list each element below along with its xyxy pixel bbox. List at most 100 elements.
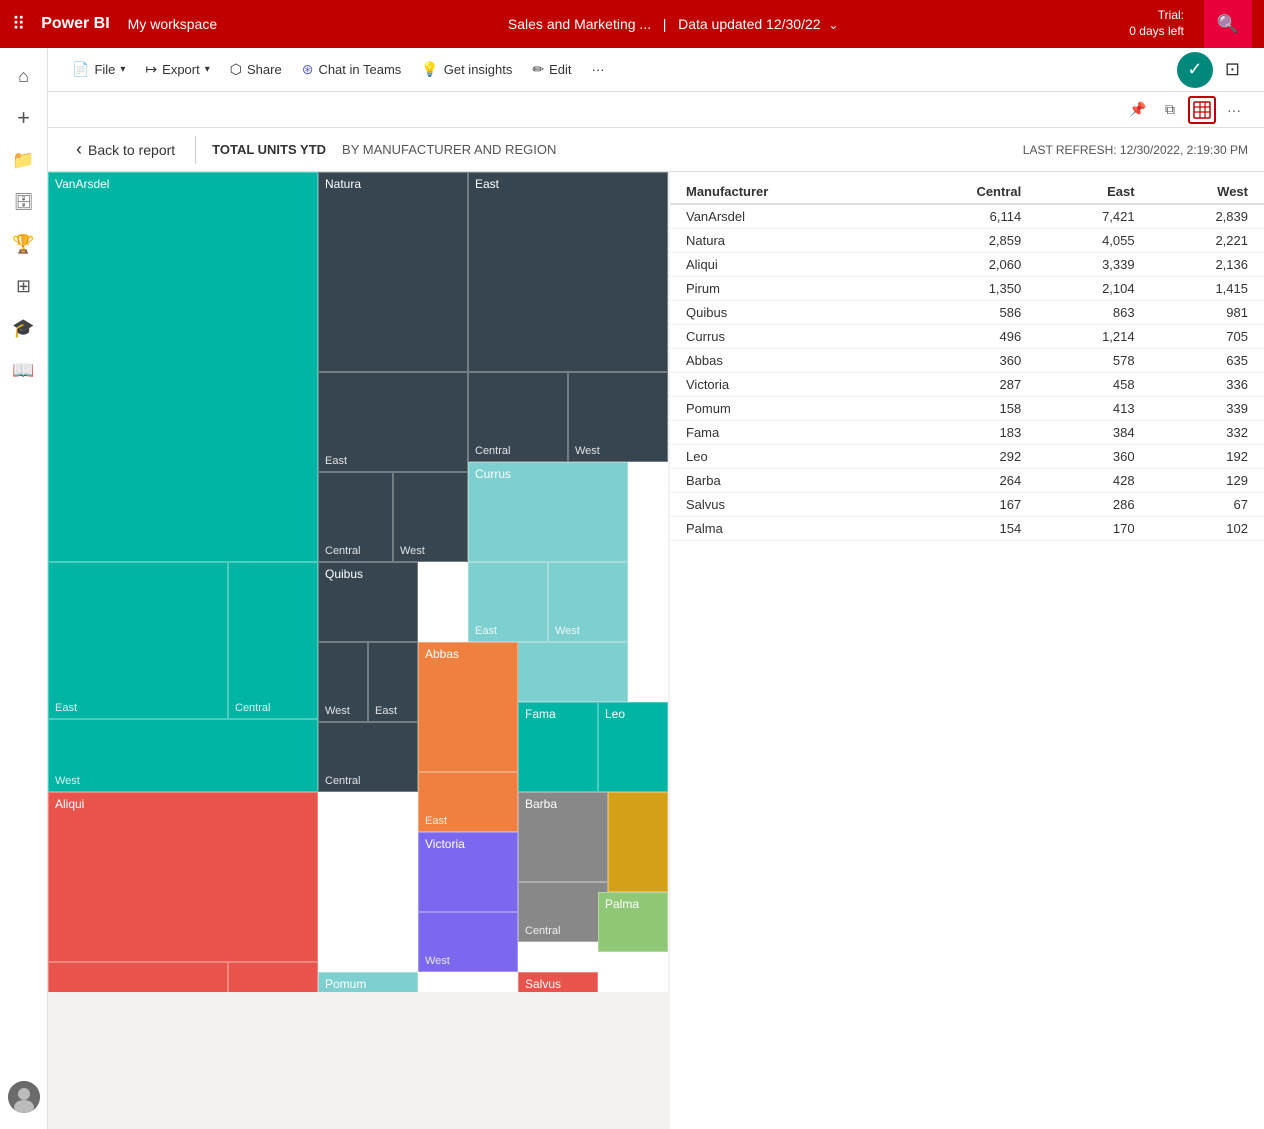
more-options-button[interactable]: ··· — [584, 57, 613, 82]
treemap-block[interactable]: Quibus — [318, 562, 418, 642]
treemap-block[interactable]: West — [418, 912, 518, 972]
top-bar: ⠿ Power BI My workspace Sales and Market… — [0, 0, 1264, 48]
sidebar-create[interactable]: + — [4, 98, 44, 138]
table-cell: 1,350 — [899, 277, 1037, 301]
treemap-block[interactable]: Victoria — [418, 832, 518, 912]
profile-circle[interactable]: ✓ — [1177, 52, 1213, 88]
treemap-block[interactable]: West — [318, 642, 368, 722]
table-row: Pomum158413339 — [670, 397, 1264, 421]
apps-grid-icon[interactable]: ⠿ — [12, 14, 25, 35]
treemap-block[interactable]: West — [48, 719, 318, 792]
treemap-block[interactable]: East — [318, 372, 468, 472]
treemap-block[interactable]: Central — [318, 722, 418, 792]
table-row: Quibus586863981 — [670, 301, 1264, 325]
treemap-block[interactable]: East — [418, 772, 518, 832]
treemap-block[interactable]: Natura — [318, 172, 468, 372]
treemap-block[interactable]: East — [468, 172, 668, 372]
duplicate-icon-button[interactable]: ⧉ — [1156, 96, 1184, 124]
table-cell: 2,136 — [1151, 253, 1264, 277]
main-content: 📄 File ▾ ↦ Export ▾ ⬡ Share ⊛ Chat in Te… — [48, 48, 1264, 1129]
treemap-block[interactable]: Leo — [598, 702, 668, 792]
treemap-block[interactable]: East — [48, 562, 228, 719]
toolbar: 📄 File ▾ ↦ Export ▾ ⬡ Share ⊛ Chat in Te… — [48, 48, 1264, 92]
trial-info: Trial: 0 days left — [1129, 8, 1184, 39]
treemap-block[interactable]: Central — [228, 962, 318, 992]
treemap-block[interactable]: Central — [468, 372, 568, 462]
treemap-block[interactable]: Pomum — [318, 972, 418, 992]
user-avatar[interactable] — [8, 1081, 40, 1113]
treemap-block[interactable]: Fama — [518, 702, 598, 792]
sidebar-home[interactable]: ⌂ — [4, 56, 44, 96]
table-cell: Salvus — [670, 493, 899, 517]
table-cell: 102 — [1151, 517, 1264, 541]
share-button[interactable]: ⬡ Share — [222, 56, 290, 83]
table-cell: 286 — [1037, 493, 1150, 517]
table-cell: 384 — [1037, 421, 1150, 445]
treemap-block[interactable]: Barba — [518, 792, 608, 882]
treemap-block[interactable]: West — [568, 372, 668, 462]
table-cell: Pirum — [670, 277, 899, 301]
treemap-block[interactable]: Central — [518, 882, 608, 942]
chevron-icon[interactable]: ⌄ — [828, 18, 838, 32]
table-cell: VanArsdel — [670, 204, 899, 229]
treemap-block[interactable]: Aliqui — [48, 792, 318, 962]
treemap-block[interactable]: Central — [318, 472, 393, 562]
chat-in-teams-button[interactable]: ⊛ Chat in Teams — [294, 56, 410, 83]
treemap-block[interactable]: West — [548, 562, 628, 642]
table-row: Pirum1,3502,1041,415 — [670, 277, 1264, 301]
table-cell: 586 — [899, 301, 1037, 325]
treemap-block[interactable]: Central — [228, 562, 318, 719]
table-row: VanArsdel6,1147,4212,839 — [670, 204, 1264, 229]
edit-button[interactable]: ✏ Edit — [524, 56, 579, 83]
sidebar-data[interactable]: 🗄 — [4, 182, 44, 222]
table-cell: Pomum — [670, 397, 899, 421]
sidebar-apps[interactable]: ⊞ — [4, 266, 44, 306]
treemap-block[interactable]: East — [368, 642, 418, 722]
more-icon-button[interactable]: ··· — [1220, 96, 1248, 124]
data-table-container: ManufacturerCentralEastWest VanArsdel6,1… — [670, 172, 1264, 1129]
table-cell: 264 — [899, 469, 1037, 493]
table-cell: 167 — [899, 493, 1037, 517]
treemap-block[interactable]: Currus — [468, 462, 628, 562]
treemap-block[interactable]: VanArsdel — [48, 172, 318, 562]
get-insights-button[interactable]: 💡 Get insights — [413, 56, 520, 83]
table-cell: 360 — [899, 349, 1037, 373]
viz-area: VanArsdelEastCentralWestNaturaEastCentra… — [48, 172, 1264, 1129]
treemap-block[interactable] — [608, 792, 668, 892]
treemap-block[interactable]: Abbas — [418, 642, 518, 772]
table-cell: 170 — [1037, 517, 1150, 541]
tab-by-manufacturer[interactable]: BY MANUFACTURER AND REGION — [334, 142, 564, 157]
back-to-report-button[interactable]: ‹ Back to report — [64, 133, 187, 166]
sidebar-goals[interactable]: 🏆 — [4, 224, 44, 264]
table-cell: 67 — [1151, 493, 1264, 517]
table-cell: Aliqui — [670, 253, 899, 277]
sidebar-book[interactable]: 📖 — [4, 350, 44, 390]
table-cell: 3,339 — [1037, 253, 1150, 277]
report-title: Sales and Marketing ... | Data updated 1… — [249, 16, 1097, 32]
treemap-block[interactable]: East — [468, 562, 548, 642]
export-button[interactable]: ↦ Export ▾ — [137, 56, 217, 83]
workspace-name[interactable]: My workspace — [128, 16, 217, 32]
table-cell: Natura — [670, 229, 899, 253]
file-button[interactable]: 📄 File ▾ — [64, 56, 133, 83]
table-cell: 705 — [1151, 325, 1264, 349]
table-row: Currus4961,214705 — [670, 325, 1264, 349]
tab-total-units[interactable]: TOTAL UNITS YTD — [204, 142, 334, 157]
table-cell: Currus — [670, 325, 899, 349]
sidebar-browse[interactable]: 📁 — [4, 140, 44, 180]
table-icon-button[interactable] — [1188, 96, 1216, 124]
treemap-block[interactable]: Palma — [598, 892, 668, 952]
header-divider — [195, 136, 196, 164]
table-cell: 2,060 — [899, 253, 1037, 277]
treemap-block[interactable]: Salvus — [518, 972, 598, 992]
search-button[interactable]: 🔍 — [1204, 0, 1252, 48]
toolbar-more2[interactable]: ⊡ — [1217, 54, 1248, 85]
sidebar-learn[interactable]: 🎓 — [4, 308, 44, 348]
pin-icon-button[interactable]: 📌 — [1124, 96, 1152, 124]
table-cell: 292 — [899, 445, 1037, 469]
treemap[interactable]: VanArsdelEastCentralWestNaturaEastCentra… — [48, 172, 668, 992]
table-row: Aliqui2,0603,3392,136 — [670, 253, 1264, 277]
treemap-block[interactable]: East — [48, 962, 228, 992]
table-cell: 360 — [1037, 445, 1150, 469]
treemap-block[interactable]: West — [393, 472, 468, 562]
